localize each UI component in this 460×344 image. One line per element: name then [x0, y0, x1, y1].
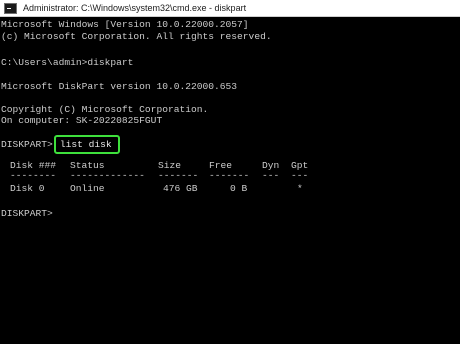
row-free: 0 B: [230, 183, 248, 194]
separator-disk: --------: [10, 170, 57, 181]
row-gpt: *: [297, 183, 303, 194]
separator-size: -------: [158, 170, 199, 181]
row-size: 476 GB: [163, 183, 198, 194]
cmd-window: Administrator: C:\Windows\system32\cmd.e…: [0, 0, 460, 344]
window-title: Administrator: C:\Windows\system32\cmd.e…: [23, 3, 247, 13]
console-line-diskpart-version: Microsoft DiskPart version 10.0.22000.65…: [1, 81, 238, 92]
separator-status: -------------: [70, 170, 145, 181]
title-bar[interactable]: Administrator: C:\Windows\system32\cmd.e…: [0, 0, 460, 17]
console-line-prompt-cmd: C:\Users\admin>diskpart: [1, 57, 134, 68]
separator-dyn: ---: [262, 170, 280, 181]
table-row: Disk 0 Online 476 GB 0 B *: [0, 183, 460, 195]
separator-gpt: ---: [291, 170, 309, 181]
separator-free: -------: [209, 170, 250, 181]
command-line: DISKPART> list disk: [1, 135, 120, 154]
disk-table-separator: -------- ------------- ------- ------- -…: [0, 170, 460, 182]
console-line-copyright-ms: (c) Microsoft Corporation. All rights re…: [1, 30, 272, 42]
console-output[interactable]: Microsoft Windows [Version 10.0.22000.20…: [0, 19, 460, 344]
row-status: Online: [70, 183, 105, 194]
console-line-prompt-final[interactable]: DISKPART>: [1, 208, 53, 220]
console-line-version: Microsoft Windows [Version 10.0.22000.20…: [1, 19, 249, 30]
console-line-computer: On computer: SK-20220825FGUT: [1, 115, 163, 126]
row-disk: Disk 0: [10, 183, 45, 194]
cmd-app-icon: [4, 2, 17, 14]
command-text: list disk: [59, 139, 112, 150]
diskpart-prompt: DISKPART>: [1, 139, 53, 150]
command-highlight-box: list disk: [53, 135, 120, 154]
